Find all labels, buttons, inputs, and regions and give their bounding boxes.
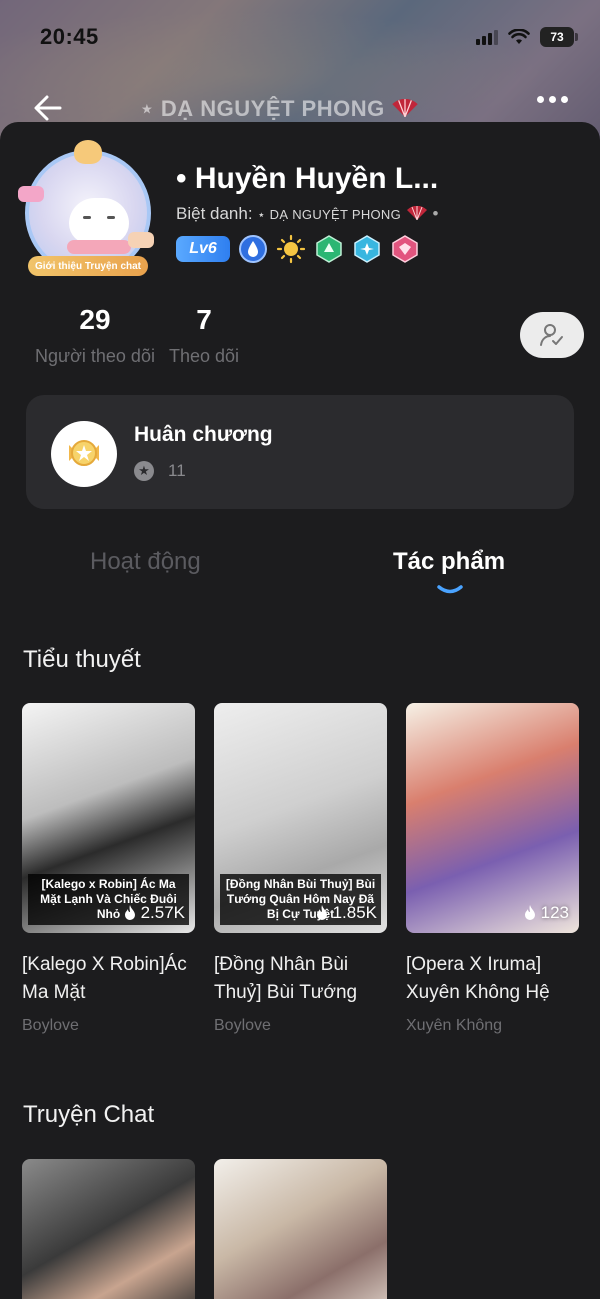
flame-icon: [316, 905, 327, 920]
status-time: 20:45: [40, 24, 99, 49]
following-count: 7: [196, 304, 212, 335]
follow-button[interactable]: [520, 312, 584, 358]
nav-title-text: ⋆ DẠ NGUYỆT PHONG: [140, 96, 385, 121]
avatar-character: [69, 198, 129, 244]
view-count: 2.57K: [123, 903, 185, 923]
chat-bubble-icon: [18, 186, 44, 202]
tab-activity[interactable]: Hoạt động: [90, 548, 201, 576]
bear-ornament-icon: [74, 140, 102, 164]
cellular-signal-icon: [476, 29, 498, 45]
battery-icon: 73: [540, 27, 578, 47]
profile-name: • Huyền Huyền L...: [176, 162, 439, 195]
medals-count: 11: [168, 461, 186, 480]
cyan-gem-badge-icon[interactable]: [352, 234, 382, 264]
wifi-icon: [508, 29, 530, 44]
back-arrow-icon[interactable]: [30, 90, 66, 126]
medals-card[interactable]: Huân chương ★ 11: [26, 395, 574, 509]
chat-bubble-icon: [128, 232, 154, 248]
novel-genre: Boylove: [214, 1017, 271, 1034]
novel-cover: 123: [406, 703, 579, 933]
followers-stat[interactable]: 29 Người theo dõi: [30, 304, 160, 367]
following-stat[interactable]: 7 Theo dõi: [164, 304, 244, 367]
battery-level: 73: [550, 30, 564, 44]
view-count-value: 123: [540, 903, 569, 922]
flame-icon: [124, 905, 135, 920]
green-gem-badge-icon[interactable]: [314, 234, 344, 264]
section-title-novels: Tiểu thuyết: [23, 646, 141, 673]
avatar[interactable]: Giới thiệu Truyện chat: [18, 140, 158, 280]
more-options-icon[interactable]: [537, 96, 568, 103]
chat-story-card[interactable]: [22, 1159, 195, 1299]
view-count-value: 1.85K: [332, 903, 377, 922]
novel-genre: Xuyên Không: [406, 1017, 503, 1034]
novel-title: [Kalego X Robin]Ác Ma Mặt: [22, 954, 187, 1003]
novel-list: [Kalego x Robin] Ác Ma Mặt Lạnh Và Chiếc…: [22, 703, 579, 1035]
novel-card[interactable]: 123 [Opera X Iruma] Xuyên Không Hệ Xuyên…: [406, 703, 579, 1035]
pink-gem-badge-icon[interactable]: [390, 234, 420, 264]
novel-title: [Đồng Nhân Bùi Thuỷ] Bùi Tướng: [214, 954, 358, 1003]
star-icon: ★: [134, 461, 154, 481]
nickname-label: Biệt danh:: [176, 204, 253, 223]
view-count: 1.85K: [315, 903, 377, 923]
fan-icon: [406, 206, 427, 220]
follow-stats: 29 Người theo dõi 7 Theo dõi: [30, 304, 244, 367]
avatar-frame-tag: Giới thiệu Truyện chat: [28, 256, 148, 276]
blue-drop-badge-icon[interactable]: [238, 234, 268, 264]
active-tab-indicator: [437, 585, 463, 594]
medals-count-row: ★ 11: [134, 461, 186, 481]
user-check-icon: [540, 324, 563, 346]
novel-card[interactable]: [Đồng Nhân Bùi Thuỷ] Bùi Tướng Quân Hôm …: [214, 703, 387, 1035]
sun-badge-icon[interactable]: [276, 234, 306, 264]
tab-works[interactable]: Tác phẩm: [393, 548, 505, 576]
medal-icon: [51, 421, 117, 487]
badge-row: Lv6: [176, 234, 420, 264]
view-count: 123: [523, 903, 569, 923]
novel-title: [Opera X Iruma] Xuyên Không Hệ: [406, 954, 550, 1003]
followers-label: Người theo dõi: [35, 346, 155, 366]
following-label: Theo dõi: [168, 346, 240, 366]
novel-genre: Boylove: [22, 1017, 79, 1034]
nickname-row: Biệt danh: ⋆ DẠ NGUYỆT PHONG •: [176, 204, 439, 223]
profile-tabs: Hoạt động Tác phẩm: [0, 548, 600, 598]
medals-title: Huân chương: [134, 423, 273, 446]
novel-cover: [Đồng Nhân Bùi Thuỷ] Bùi Tướng Quân Hôm …: [214, 703, 387, 933]
nav-title: ⋆ DẠ NGUYỆT PHONG: [140, 96, 419, 122]
section-title-chat-stories: Truyện Chat: [23, 1101, 155, 1128]
view-count-value: 2.57K: [140, 903, 185, 922]
level-badge[interactable]: Lv6: [176, 236, 230, 262]
flame-icon: [524, 905, 535, 920]
novel-card[interactable]: [Kalego x Robin] Ác Ma Mặt Lạnh Và Chiếc…: [22, 703, 195, 1035]
chat-story-list: [22, 1159, 387, 1299]
chat-story-card[interactable]: [214, 1159, 387, 1299]
nickname-value: ⋆ DẠ NGUYỆT PHONG: [257, 207, 402, 222]
followers-count: 29: [79, 304, 111, 335]
status-bar: 20:45 73: [40, 22, 578, 52]
novel-cover: [Kalego x Robin] Ác Ma Mặt Lạnh Và Chiếc…: [22, 703, 195, 933]
fan-icon: [392, 99, 419, 117]
